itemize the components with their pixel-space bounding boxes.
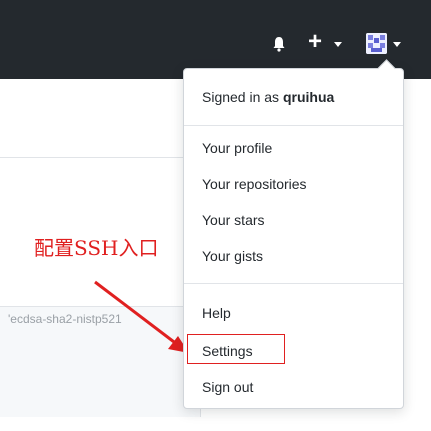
settings-highlight-box — [187, 334, 285, 364]
avatar-icon[interactable] — [366, 33, 387, 54]
menu-item-help[interactable]: Help — [202, 305, 231, 321]
signed-in-header: Signed in as qruihua — [202, 89, 334, 105]
menu-item-your-profile[interactable]: Your profile — [202, 140, 272, 156]
menu-item-your-stars[interactable]: Your stars — [202, 212, 265, 228]
menu-item-your-repositories[interactable]: Your repositories — [202, 176, 307, 192]
username: qruihua — [282, 89, 335, 105]
signed-in-prefix: Signed in as — [202, 89, 283, 105]
ssh-key-text: 'ecdsa-sha2-nistp521 — [8, 312, 122, 326]
page-divider — [0, 157, 183, 158]
menu-item-sign-out[interactable]: Sign out — [202, 379, 253, 395]
notifications-bell-icon[interactable] — [271, 36, 287, 52]
dropdown-divider — [184, 125, 403, 126]
dropdown-divider — [184, 283, 403, 284]
menu-item-your-gists[interactable]: Your gists — [202, 248, 263, 264]
avatar-caret-icon[interactable] — [393, 42, 401, 47]
annotation-label: 配置SSH入口 — [34, 236, 159, 260]
create-new-caret-icon[interactable] — [334, 42, 342, 47]
create-new-button[interactable]: + — [308, 30, 322, 54]
